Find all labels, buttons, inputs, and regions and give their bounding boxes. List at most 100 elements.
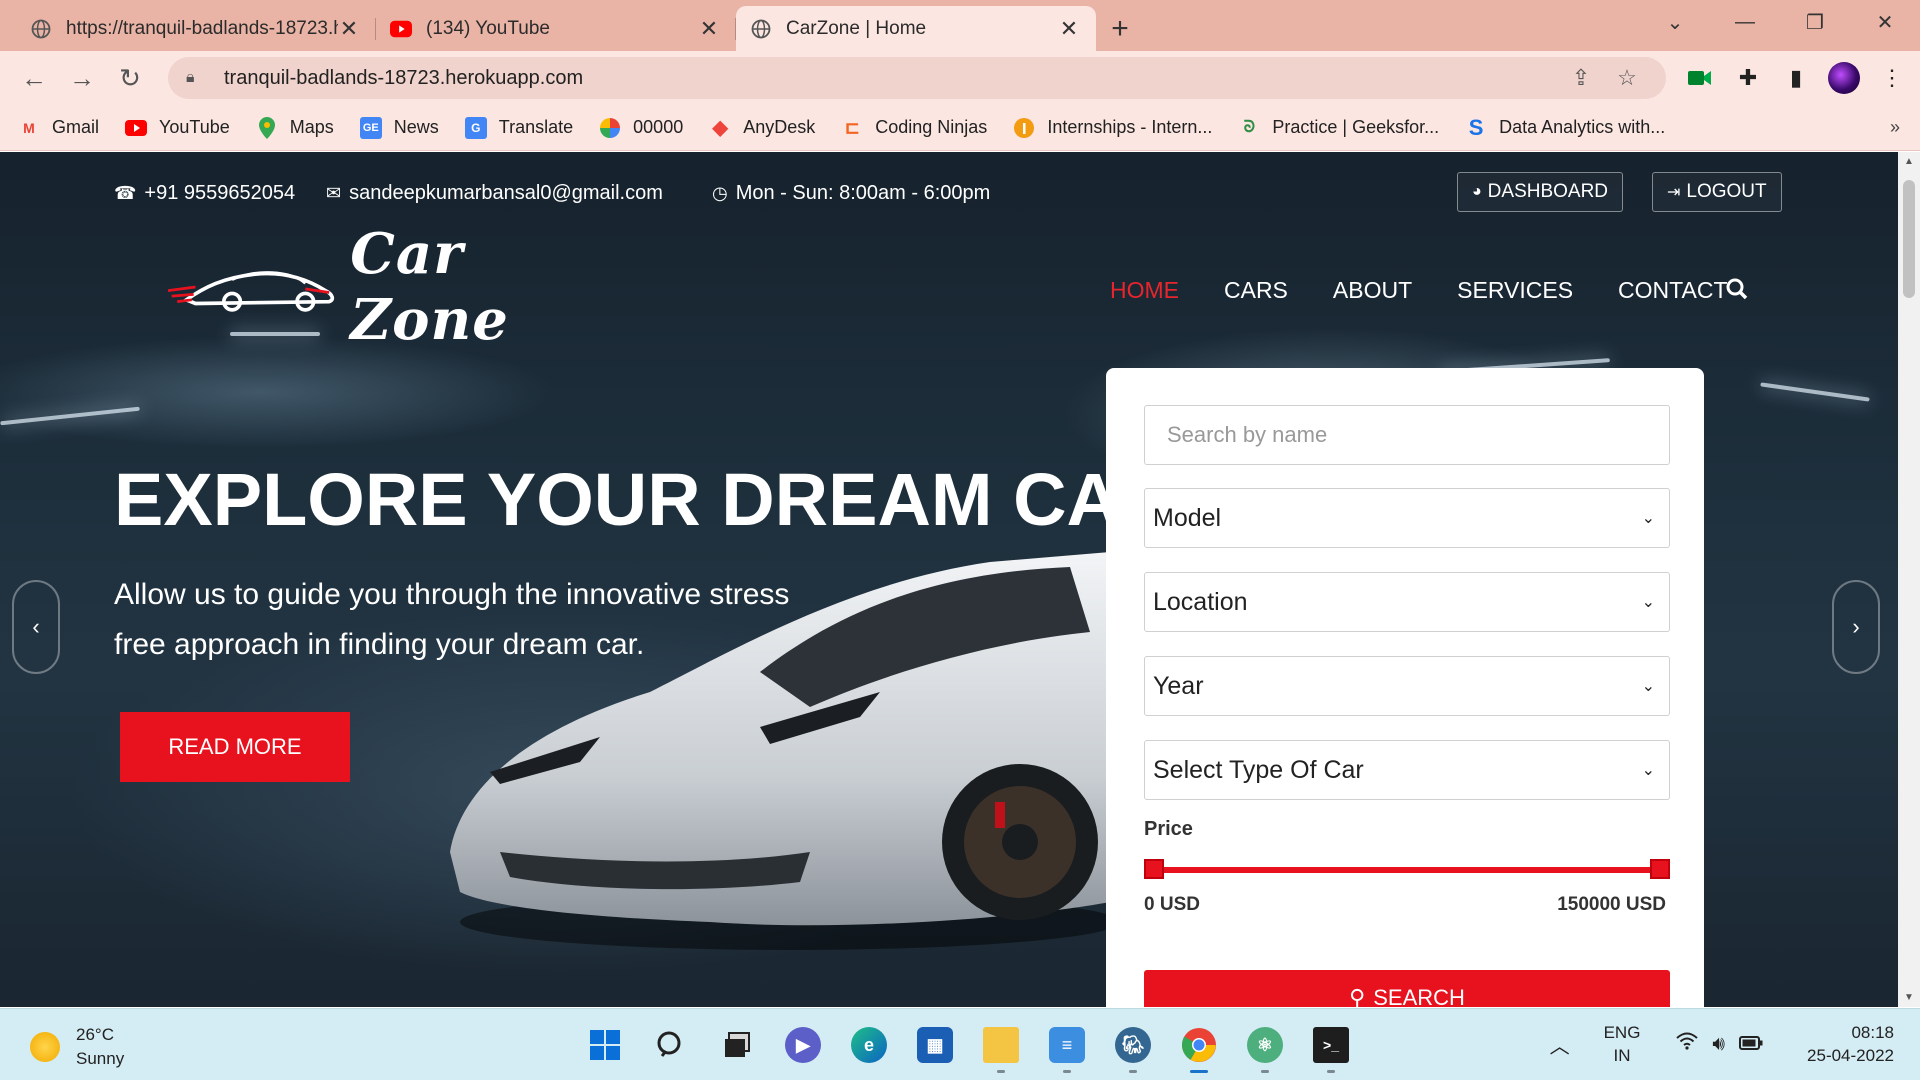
- bookmarks-overflow-icon[interactable]: »: [1890, 117, 1900, 138]
- pinwheel-icon: [599, 117, 621, 139]
- bookmark-youtube[interactable]: YouTube: [125, 117, 230, 139]
- chevron-down-icon: ⌄: [1641, 594, 1655, 611]
- meet-extension-icon[interactable]: [1676, 54, 1724, 102]
- nav-home[interactable]: HOME: [1110, 277, 1179, 304]
- clock[interactable]: 08:18 25-04-2022: [1807, 1021, 1894, 1067]
- page-scrollbar[interactable]: ▲ ▼: [1898, 152, 1920, 1007]
- minimize-icon[interactable]: —: [1710, 0, 1780, 45]
- taskbar-postgres[interactable]: 🐘︎: [1100, 1019, 1166, 1073]
- tab-search-icon[interactable]: ⌄: [1640, 0, 1710, 45]
- price-slider-track[interactable]: [1150, 867, 1664, 873]
- search-name-input[interactable]: Search by name: [1144, 405, 1670, 465]
- bookmark-gmail[interactable]: M Gmail: [18, 117, 99, 139]
- close-tab-icon[interactable]: ✕: [698, 17, 720, 40]
- task-view-button[interactable]: [704, 1019, 770, 1071]
- topbar-email[interactable]: ✉ sandeepkumarbansal0@gmail.com: [326, 182, 663, 205]
- bookmark-geeksforgeeks[interactable]: ᘐ Practice | Geeksfor...: [1238, 117, 1439, 139]
- nav-services[interactable]: SERVICES: [1457, 277, 1573, 304]
- email-text: sandeepkumarbansal0@gmail.com: [349, 182, 663, 204]
- side-panel-icon[interactable]: ▮: [1772, 54, 1820, 102]
- chevron-up-icon[interactable]: ︿: [1550, 1030, 1570, 1059]
- running-indicator: [1261, 1070, 1269, 1073]
- bookmark-news[interactable]: GE News: [359, 116, 439, 139]
- weather-widget[interactable]: 26°C Sunny: [30, 1023, 124, 1071]
- clock-date: 25-04-2022: [1807, 1046, 1894, 1065]
- sun-icon: [30, 1032, 60, 1062]
- share-icon[interactable]: ⇪: [1558, 65, 1604, 91]
- wifi-icon[interactable]: [1676, 1032, 1699, 1056]
- model-select[interactable]: Model ⌄: [1144, 488, 1670, 548]
- atom-icon: ⚛: [1247, 1027, 1283, 1063]
- battery-icon[interactable]: [1739, 1033, 1763, 1056]
- bookmark-anydesk[interactable]: ◆ AnyDesk: [709, 117, 816, 139]
- price-slider-min-handle[interactable]: [1144, 859, 1164, 879]
- taskbar-chat[interactable]: ▶: [770, 1019, 836, 1071]
- running-indicator: [1327, 1070, 1335, 1073]
- lock-icon[interactable]: 🔒︎: [186, 69, 204, 87]
- reload-icon[interactable]: ↻: [106, 54, 154, 102]
- bookmark-label: Data Analytics with...: [1499, 117, 1666, 137]
- site-logo[interactable]: Car Zone: [168, 221, 618, 353]
- forward-icon[interactable]: →: [58, 54, 106, 102]
- nav-about[interactable]: ABOUT: [1333, 277, 1412, 304]
- bookmark-00000[interactable]: 00000: [599, 117, 683, 139]
- bookmark-internshala[interactable]: Internships - Intern...: [1013, 117, 1212, 139]
- price-max-value: 150000 USD: [1557, 894, 1666, 915]
- taskbar-search[interactable]: [638, 1019, 704, 1071]
- location-select[interactable]: Location ⌄: [1144, 572, 1670, 632]
- back-icon[interactable]: ←: [10, 54, 58, 102]
- taskbar-atom[interactable]: ⚛: [1232, 1019, 1298, 1073]
- address-bar[interactable]: 🔒︎ tranquil-badlands-18723.herokuapp.com…: [168, 57, 1666, 99]
- logout-button[interactable]: ⇥ LOGOUT: [1652, 172, 1782, 212]
- profile-avatar[interactable]: [1820, 54, 1868, 102]
- bookmark-translate[interactable]: G Translate: [464, 116, 573, 139]
- close-tab-icon[interactable]: ✕: [338, 17, 360, 40]
- taskbar-file-explorer[interactable]: [968, 1019, 1034, 1073]
- close-tab-icon[interactable]: ✕: [1058, 17, 1080, 40]
- bookmark-maps[interactable]: Maps: [256, 116, 334, 139]
- browser-tab-2[interactable]: (134) YouTube ✕: [376, 6, 736, 51]
- bookmark-star-icon[interactable]: ☆: [1604, 65, 1650, 91]
- bookmark-data-analytics[interactable]: S Data Analytics with...: [1465, 115, 1666, 140]
- coding-ninjas-icon: ㄷ: [843, 119, 862, 141]
- running-indicator: [1063, 1070, 1071, 1073]
- close-window-icon[interactable]: ✕: [1850, 0, 1920, 45]
- taskbar-edge[interactable]: e: [836, 1019, 902, 1071]
- language-indicator[interactable]: ENG IN: [1604, 1021, 1641, 1067]
- window-controls: ⌄ — ❐ ✕: [1640, 0, 1920, 45]
- edge-icon: e: [851, 1027, 887, 1063]
- taskbar-chrome[interactable]: [1166, 1019, 1232, 1073]
- scroll-down-arrow-icon[interactable]: ▼: [1898, 992, 1920, 1003]
- url-text[interactable]: tranquil-badlands-18723.herokuapp.com: [224, 67, 1558, 90]
- browser-tab-3[interactable]: CarZone | Home ✕: [736, 6, 1096, 51]
- start-button[interactable]: [572, 1019, 638, 1071]
- search-button[interactable]: ⚲ SEARCH: [1144, 970, 1670, 1007]
- new-tab-button[interactable]: +: [1096, 6, 1144, 51]
- search-icon[interactable]: [1726, 278, 1748, 306]
- nav-cars[interactable]: CARS: [1224, 277, 1288, 304]
- browser-tab-1[interactable]: https://tranquil-badlands-18723.herokuap…: [16, 6, 376, 51]
- more-menu-icon[interactable]: ⋮: [1868, 54, 1916, 102]
- taskbar-notepad[interactable]: ≡: [1034, 1019, 1100, 1073]
- topbar-phone[interactable]: ☎ +91 9559652054: [114, 182, 295, 205]
- extensions-puzzle-icon[interactable]: ✚: [1724, 54, 1772, 102]
- scroll-up-arrow-icon[interactable]: ▲: [1898, 156, 1920, 167]
- bookmark-coding-ninjas[interactable]: ㄷ Coding Ninjas: [841, 117, 987, 141]
- taskbar-terminal[interactable]: >_: [1298, 1019, 1364, 1073]
- nav-contact[interactable]: CONTACT: [1618, 277, 1727, 304]
- globe-icon: [750, 18, 772, 40]
- carousel-prev-button[interactable]: ‹: [12, 580, 60, 674]
- carousel-next-button[interactable]: ›: [1832, 580, 1880, 674]
- car-type-select[interactable]: Select Type Of Car ⌄: [1144, 740, 1670, 800]
- year-select[interactable]: Year ⌄: [1144, 656, 1670, 716]
- scrollbar-thumb[interactable]: [1903, 180, 1915, 298]
- restore-icon[interactable]: ❐: [1780, 0, 1850, 45]
- read-more-button[interactable]: READ MORE: [120, 712, 350, 782]
- volume-icon[interactable]: 🔊︎: [1712, 1033, 1725, 1056]
- windows-logo-icon: [590, 1030, 620, 1060]
- taskbar-store[interactable]: ▦: [902, 1019, 968, 1071]
- price-slider-max-handle[interactable]: [1650, 859, 1670, 879]
- price-min-value: 0 USD: [1144, 894, 1200, 915]
- dashboard-button[interactable]: ◕ DASHBOARD: [1457, 172, 1624, 212]
- internshala-icon: [1013, 117, 1035, 139]
